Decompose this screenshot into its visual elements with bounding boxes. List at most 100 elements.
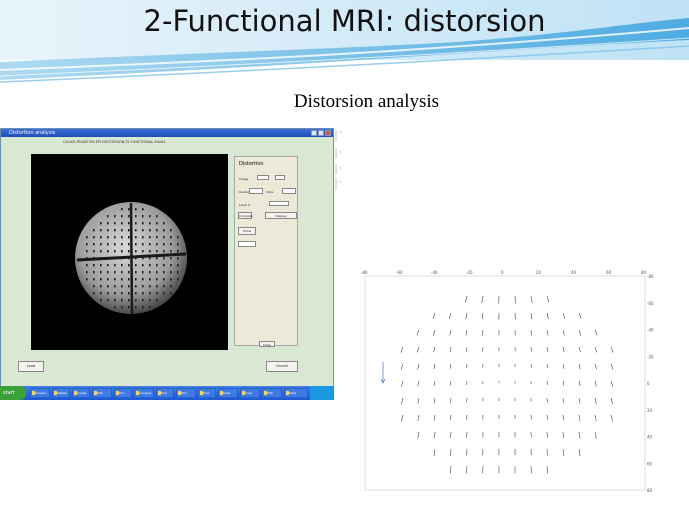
displacement-vector (562, 312, 566, 319)
grid-dot (170, 271, 172, 274)
x-tick-label: -20 (466, 270, 473, 275)
grid-dot (163, 271, 165, 274)
minimize-button[interactable] (311, 130, 317, 136)
taskbar-item[interactable]: View (240, 388, 260, 398)
taskbar-item[interactable]: Files (198, 388, 216, 398)
grid-dot (128, 236, 130, 239)
displacement-vector (594, 380, 597, 387)
grid-dot (128, 271, 130, 274)
start-button[interactable]: start (0, 386, 26, 400)
taskbar-item[interactable]: Plot (176, 388, 196, 398)
maximize-button[interactable] (318, 130, 324, 136)
slide: 2-Functional MRI: distorsion Distorsion … (0, 0, 689, 517)
taskbar-item[interactable]: Slide (218, 388, 238, 398)
displacement-vector (546, 380, 548, 386)
distortion-vector-plot: -80 -60 -40 -20 0 20 40 60 80 -80 -60 -40 -20 0 20 40 6… (341, 270, 689, 517)
grid-dot (135, 215, 137, 218)
taskbar-item[interactable]: Edit (262, 388, 282, 398)
grid-dot (114, 292, 116, 295)
image-field[interactable] (257, 175, 269, 180)
grid-dot (163, 285, 165, 288)
grid-dot (170, 243, 172, 246)
grid-dot (128, 299, 130, 302)
side-toolbar-icons (335, 130, 342, 190)
grid-dot (156, 299, 158, 302)
grid-dot (163, 236, 165, 239)
grid-dot (121, 208, 123, 211)
grid-dot (156, 285, 158, 288)
load-button[interactable]: Load (18, 361, 44, 372)
y-tick-label: -60 (647, 301, 654, 306)
compute-button[interactable]: Compute (238, 212, 253, 219)
grid-dot (135, 285, 137, 288)
taskbar-item[interactable]: Mail (92, 388, 112, 398)
center-x-field[interactable] (249, 188, 263, 194)
grid-dot (128, 215, 130, 218)
displacement-vector (400, 363, 404, 370)
grid-dot (156, 215, 158, 218)
taskbar-item[interactable]: Data (284, 388, 308, 398)
grid-dot (170, 229, 172, 232)
image-field-2[interactable] (275, 175, 285, 180)
displacement-vector (594, 329, 598, 336)
displacement-vector (594, 363, 597, 370)
grid-dot (135, 292, 137, 295)
grid-dot (100, 222, 102, 225)
mri-image-view[interactable] (31, 154, 228, 350)
grid-dot (121, 215, 123, 218)
window-icon (220, 391, 223, 395)
grid-dot (142, 243, 144, 246)
displacement-vector (450, 448, 452, 456)
displacement-vector (530, 329, 532, 336)
grid-dot (114, 264, 116, 267)
displacement-vector (546, 346, 549, 352)
show-button[interactable]: Show (238, 227, 256, 235)
cancel-button[interactable]: Cancel (266, 361, 298, 372)
displacement-vector (464, 295, 468, 303)
side-toolbar (334, 128, 350, 258)
grid-dot (142, 222, 144, 225)
y-tick-label: 80 (647, 488, 653, 493)
displacement-vector (417, 380, 420, 387)
taskbar-item[interactable]: Dossier (30, 388, 50, 398)
displacement-vector (450, 431, 452, 438)
grid-dot (135, 271, 137, 274)
grid-dot (177, 243, 179, 246)
taskbar-item[interactable]: Doc (114, 388, 132, 398)
window-icon (74, 391, 77, 395)
displacement-vector (433, 431, 436, 439)
grid-dot (156, 229, 158, 232)
taskbar-item[interactable]: Analysis (134, 388, 154, 398)
displacement-vector (594, 414, 597, 422)
y-tick-label: 20 (647, 408, 653, 413)
taskbar-item[interactable]: Dist (156, 388, 174, 398)
grid-dot (100, 271, 102, 274)
grid-dot (149, 229, 151, 232)
grid-dot (177, 278, 179, 281)
threshold-field[interactable] (238, 241, 256, 247)
grid-dot (107, 222, 109, 225)
grid-dot (142, 236, 144, 239)
display-button[interactable]: Display (265, 212, 297, 219)
panel-close-button[interactable]: Close (259, 341, 275, 347)
displacement-vector (466, 346, 468, 352)
panel-title: Distortion (239, 161, 264, 167)
panel-label-center: Center (239, 190, 250, 194)
displacement-vector (417, 363, 420, 370)
grid-dot (107, 236, 109, 239)
slice-field[interactable] (282, 188, 296, 194)
grid-dot (107, 285, 109, 288)
taskbar-item[interactable]: Matlab (52, 388, 70, 398)
grid-dot (100, 250, 102, 253)
grid-dot (128, 229, 130, 232)
taskbar-item[interactable]: Image (72, 388, 90, 398)
grid-dot (149, 236, 151, 239)
displacement-vector (578, 346, 581, 353)
grid-dot (107, 278, 109, 281)
grid-dot (107, 271, 109, 274)
level-field[interactable] (269, 201, 289, 206)
grid-dot (149, 243, 151, 246)
grid-dot (170, 292, 172, 295)
close-button[interactable] (325, 130, 331, 136)
slide-title: 2-Functional MRI: distorsion (143, 4, 546, 38)
